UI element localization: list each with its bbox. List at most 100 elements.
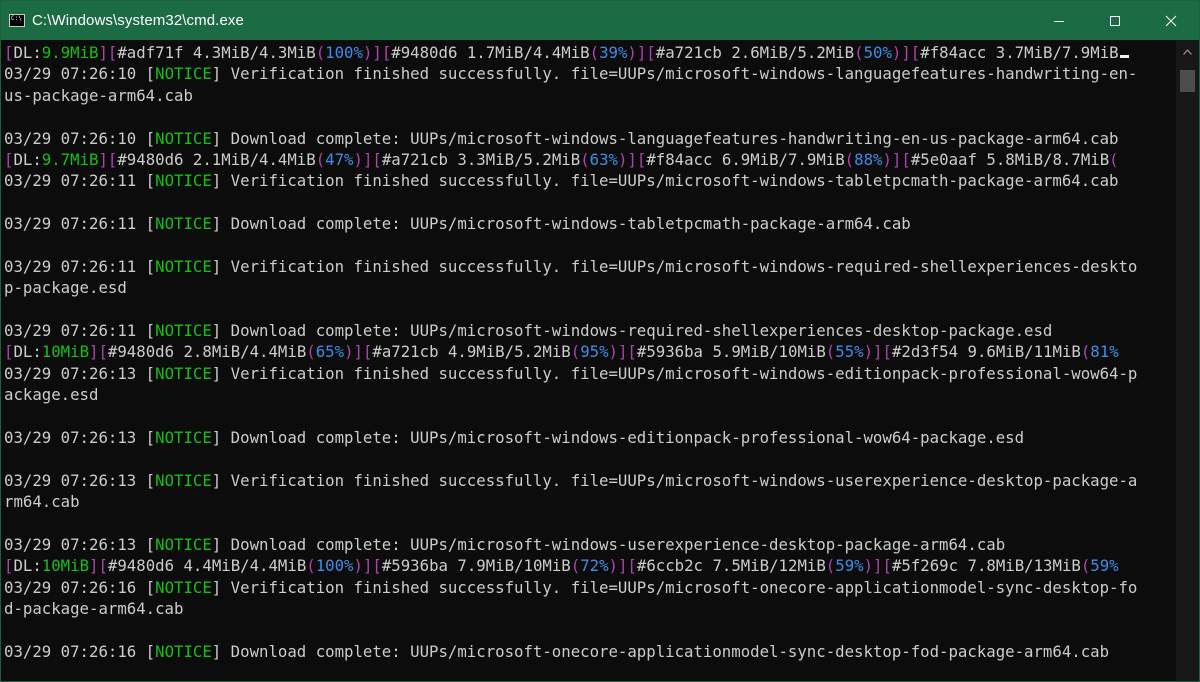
console-text-segment: NOTICE <box>155 470 212 490</box>
window-controls <box>1031 1 1199 40</box>
console-text-segment: 03/29 07:26:16 [ <box>4 577 156 597</box>
console-text-segment: d-package-arm64.cab <box>4 599 184 619</box>
console-text-segment: 47% <box>325 149 354 169</box>
console-line: 03/29 07:26:13 [NOTICE] Download complet… <box>4 427 1176 448</box>
console-text-segment: ] Verification finished successfully. fi… <box>211 577 1138 597</box>
console-line: 03/29 07:26:11 [NOTICE] Download complet… <box>4 320 1176 341</box>
console-text-segment: 50% <box>863 43 892 62</box>
console-text-segment: )][ <box>627 43 656 62</box>
console-line: [DL:9.7MiB][#9480d6 2.1MiB/4.4MiB(47%)][… <box>4 149 1176 170</box>
console-text-segment: DL: <box>13 556 42 576</box>
console-text-segment: ( <box>1080 556 1091 576</box>
title-bar[interactable]: C:\Windows\system32\cmd.exe <box>1 1 1199 40</box>
console-text-segment: #5936ba 5.9MiB/10MiB <box>636 342 826 362</box>
console-text-segment: DL: <box>13 43 42 62</box>
console-line: [DL:10MiB][#9480d6 4.4MiB/4.4MiB(100%)][… <box>4 555 1176 576</box>
console-text-segment: p-package.esd <box>4 278 127 298</box>
close-icon <box>1165 15 1177 26</box>
console-text-segment: 100% <box>315 556 354 576</box>
console-text-segment: 03/29 07:26:11 [ <box>4 321 156 341</box>
console-text-segment: ( <box>854 43 864 62</box>
console-text-segment: )][ <box>353 149 382 169</box>
window-title: C:\Windows\system32\cmd.exe <box>32 12 244 29</box>
console-line: 03/29 07:26:16 [NOTICE] Download complet… <box>4 641 1176 662</box>
console-line: d-package-arm64.cab <box>4 598 1176 619</box>
console-text-segment: )][ <box>863 556 892 576</box>
console-text-segment: 39% <box>599 43 628 62</box>
console-text-segment: 88% <box>854 149 883 169</box>
console-text-segment: #f84acc 3.7MiB/7.9MiB <box>920 43 1119 62</box>
console-text-segment: ( <box>1109 149 1119 169</box>
console-text-segment: rm64.cab <box>4 492 80 512</box>
console-output[interactable]: [DL:9.9MiB][#adf71f 4.3MiB/4.3MiB(100%)]… <box>1 40 1176 681</box>
console-text-segment: 03/29 07:26:16 [ <box>4 641 156 661</box>
console-line: ackage.esd <box>4 384 1176 405</box>
cmd-app-icon[interactable] <box>9 14 25 27</box>
console-text-segment: #5f269c 7.8MiB/13MiB <box>891 556 1081 576</box>
console-text-segment: 63% <box>589 149 618 169</box>
console-text-segment: 95% <box>580 342 609 362</box>
console-text-segment: #adf71f 4.3MiB/4.3MiB <box>117 43 316 62</box>
console-text-segment: ] Verification finished successfully. fi… <box>211 64 1138 84</box>
chevron-up-icon <box>1183 48 1192 55</box>
console-line: [DL:9.9MiB][#adf71f 4.3MiB/4.3MiB(100%)]… <box>4 42 1176 63</box>
console-text-segment: NOTICE <box>155 577 212 597</box>
console-text-segment: NOTICE <box>155 171 212 191</box>
maximize-button[interactable] <box>1087 1 1143 40</box>
console-line: 03/29 07:26:11 [NOTICE] Verification fin… <box>4 256 1176 277</box>
close-button[interactable] <box>1143 1 1199 40</box>
scroll-up-button[interactable] <box>1176 40 1199 63</box>
console-text-segment: 9.7MiB <box>41 149 99 169</box>
console-text-segment: DL: <box>13 149 42 169</box>
console-text-segment: ] Download complete: UUPs/microsoft-wind… <box>211 428 1025 448</box>
console-text-segment: )][ <box>353 556 382 576</box>
minimize-button[interactable] <box>1031 1 1087 40</box>
console-text-segment: ( <box>306 342 316 362</box>
console-text-segment: #9480d6 4.4MiB/4.4MiB <box>107 556 307 576</box>
console-text-segment: #6ccb2c 7.5MiB/12MiB <box>636 556 826 576</box>
console-text-segment: ( <box>306 556 316 576</box>
console-line: 03/29 07:26:16 [NOTICE] Verification fin… <box>4 577 1176 598</box>
console-text-segment: ( <box>589 43 600 62</box>
console-text-segment: ( <box>570 556 581 576</box>
console-text-segment: #5936ba 7.9MiB/10MiB <box>381 556 571 576</box>
console-line: 03/29 07:26:13 [NOTICE] Verification fin… <box>4 363 1176 384</box>
console-text-segment: ( <box>315 43 326 62</box>
console-text-segment: )][ <box>608 556 637 576</box>
console-line: 03/29 07:26:11 [NOTICE] Verification fin… <box>4 170 1176 191</box>
console-line: us-package-arm64.cab <box>4 85 1176 106</box>
text-cursor <box>1119 55 1129 58</box>
console-text-segment: 10MiB <box>41 556 90 576</box>
console-text-segment: 59% <box>1090 556 1119 576</box>
console-text-segment: #2d3f54 9.6MiB/11MiB <box>891 342 1081 362</box>
console-text-segment: ] Download complete: UUPs/microsoft-wind… <box>211 534 1006 554</box>
console-text-segment: ( <box>1080 342 1091 362</box>
console-text-segment: NOTICE <box>155 534 212 554</box>
console-text-segment: NOTICE <box>155 321 212 341</box>
console-line: 03/29 07:26:10 [NOTICE] Verification fin… <box>4 63 1176 84</box>
console-text-segment: #9480d6 2.8MiB/4.4MiB <box>107 342 307 362</box>
console-text-segment: ] Download complete: UUPs/microsoft-wind… <box>211 128 1119 148</box>
console-text-segment: 59% <box>835 556 864 576</box>
console-text-segment: DL: <box>13 342 42 362</box>
scrollbar-thumb[interactable] <box>1180 70 1195 92</box>
console-text-segment: 03/29 07:26:13 [ <box>4 534 156 554</box>
console-text-segment: NOTICE <box>155 128 212 148</box>
vertical-scrollbar[interactable] <box>1176 40 1199 681</box>
console-text-segment: )][ <box>863 342 892 362</box>
console-text-segment: NOTICE <box>155 428 212 448</box>
console-text-segment: ( <box>315 149 326 169</box>
console-text-segment: 03/29 07:26:11 [ <box>4 171 156 191</box>
cmd-window: C:\Windows\system32\cmd.exe [DL:9.9MiB][… <box>0 0 1200 682</box>
console-line: rm64.cab <box>4 491 1176 512</box>
console-text-segment: ackage.esd <box>4 385 99 405</box>
console-text-segment: ][ <box>98 43 118 62</box>
console-text-segment: NOTICE <box>155 641 212 661</box>
